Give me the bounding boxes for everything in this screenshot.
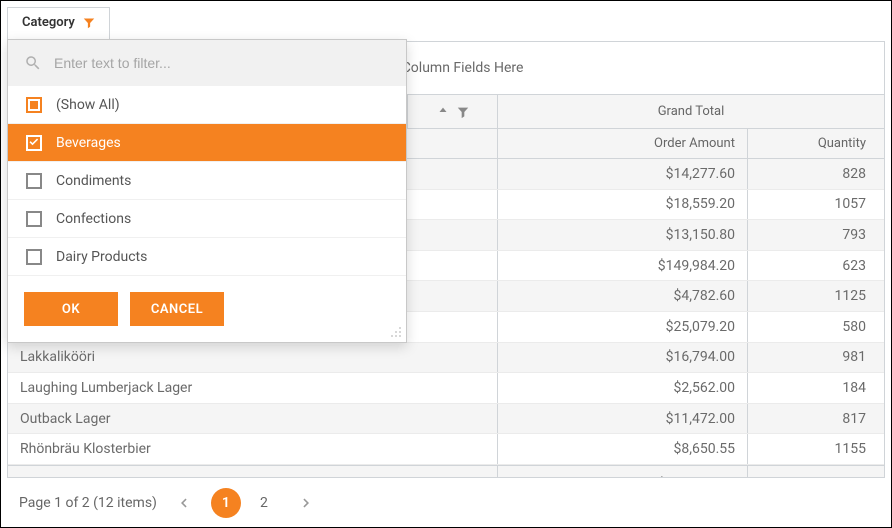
checkbox-unchecked[interactable]	[26, 211, 42, 227]
row-name: Lakkalikööri	[8, 343, 498, 373]
filter-item-label: Dairy Products	[56, 249, 147, 265]
row-qty: 981	[748, 343, 878, 373]
category-tab-label: Category	[22, 15, 75, 30]
filter-popup: (Show All) Beverages Condiments Confections…	[7, 39, 407, 343]
table-row[interactable]: Lakkalikööri$16,794.00981	[8, 343, 884, 374]
filter-item[interactable]: Confections	[8, 200, 406, 238]
pager-summary: Page 1 of 2 (12 items)	[19, 495, 157, 511]
pager-prev-button[interactable]	[171, 490, 197, 516]
row-amount: $4,782.60	[498, 281, 748, 311]
filter-icon	[456, 105, 470, 119]
cancel-button[interactable]: CANCEL	[130, 292, 224, 326]
sort-asc-icon	[436, 105, 450, 119]
table-row[interactable]: Outback Lager$11,472.00817	[8, 404, 884, 435]
chevron-left-icon	[178, 497, 190, 509]
row-amount: $16,794.00	[498, 343, 748, 373]
funnel-icon	[83, 17, 95, 29]
checkbox-unchecked[interactable]	[26, 249, 42, 265]
row-qty: 1155	[748, 434, 878, 464]
row-amount: $11,472.00	[498, 404, 748, 434]
filter-item-label: Confections	[56, 211, 131, 227]
pager-next-button[interactable]	[293, 490, 319, 516]
row-name: Laughing Lumberjack Lager	[8, 373, 498, 403]
row-qty: 623	[748, 251, 878, 281]
quantity-header[interactable]: Quantity	[748, 129, 878, 158]
row-qty: 1125	[748, 281, 878, 311]
row-name: Rhönbräu Klosterbier	[8, 434, 498, 464]
filter-item[interactable]: Beverages	[8, 124, 406, 162]
row-name: Outback Lager	[8, 404, 498, 434]
checkbox-indeterminate[interactable]	[26, 97, 42, 113]
search-icon	[24, 54, 42, 72]
filter-list[interactable]: (Show All) Beverages Condiments Confections…	[8, 86, 406, 276]
table-row[interactable]: Laughing Lumberjack Lager$2,562.00184	[8, 373, 884, 404]
pager-page-1[interactable]: 1	[211, 488, 241, 518]
row-qty: 793	[748, 220, 878, 250]
row-amount: $25,079.20	[498, 312, 748, 342]
row-qty: 817	[748, 404, 878, 434]
filter-footer: OK CANCEL	[8, 276, 406, 342]
filter-item[interactable]: Dairy Products	[8, 238, 406, 276]
filter-item-label: Condiments	[56, 173, 131, 189]
filter-item-label: Beverages	[56, 135, 121, 151]
chevron-right-icon	[300, 497, 312, 509]
order-amount-header[interactable]: Order Amount	[498, 129, 748, 158]
filter-item[interactable]: (Show All)	[8, 86, 406, 124]
row-amount: $13,150.80	[498, 220, 748, 250]
checkbox-unchecked[interactable]	[26, 173, 42, 189]
ok-button[interactable]: OK	[24, 292, 118, 326]
pager: Page 1 of 2 (12 items) 12	[7, 477, 885, 527]
row-qty: 828	[748, 159, 878, 189]
filter-search-row	[8, 40, 406, 86]
pager-page-2[interactable]: 2	[249, 488, 279, 518]
row-qty: 580	[748, 312, 878, 342]
grip-icon	[390, 326, 402, 338]
grand-total-header: Grand Total	[498, 95, 884, 128]
row-amount: $149,984.20	[498, 251, 748, 281]
category-filter-tab[interactable]: Category	[7, 7, 110, 39]
row-amount: $14,277.60	[498, 159, 748, 189]
column-sort-area[interactable]	[408, 95, 498, 128]
row-qty: 1057	[748, 190, 878, 220]
resize-grip[interactable]	[390, 326, 402, 338]
row-amount: $8,650.55	[498, 434, 748, 464]
filter-item[interactable]: Condiments	[8, 162, 406, 200]
row-qty: 184	[748, 373, 878, 403]
filter-search-input[interactable]	[54, 55, 390, 71]
filter-item-label: (Show All)	[56, 97, 120, 113]
row-amount: $2,562.00	[498, 373, 748, 403]
row-amount: $18,559.20	[498, 190, 748, 220]
checkbox-checked[interactable]	[26, 135, 42, 151]
table-row[interactable]: Rhönbräu Klosterbier$8,650.551155	[8, 434, 884, 465]
